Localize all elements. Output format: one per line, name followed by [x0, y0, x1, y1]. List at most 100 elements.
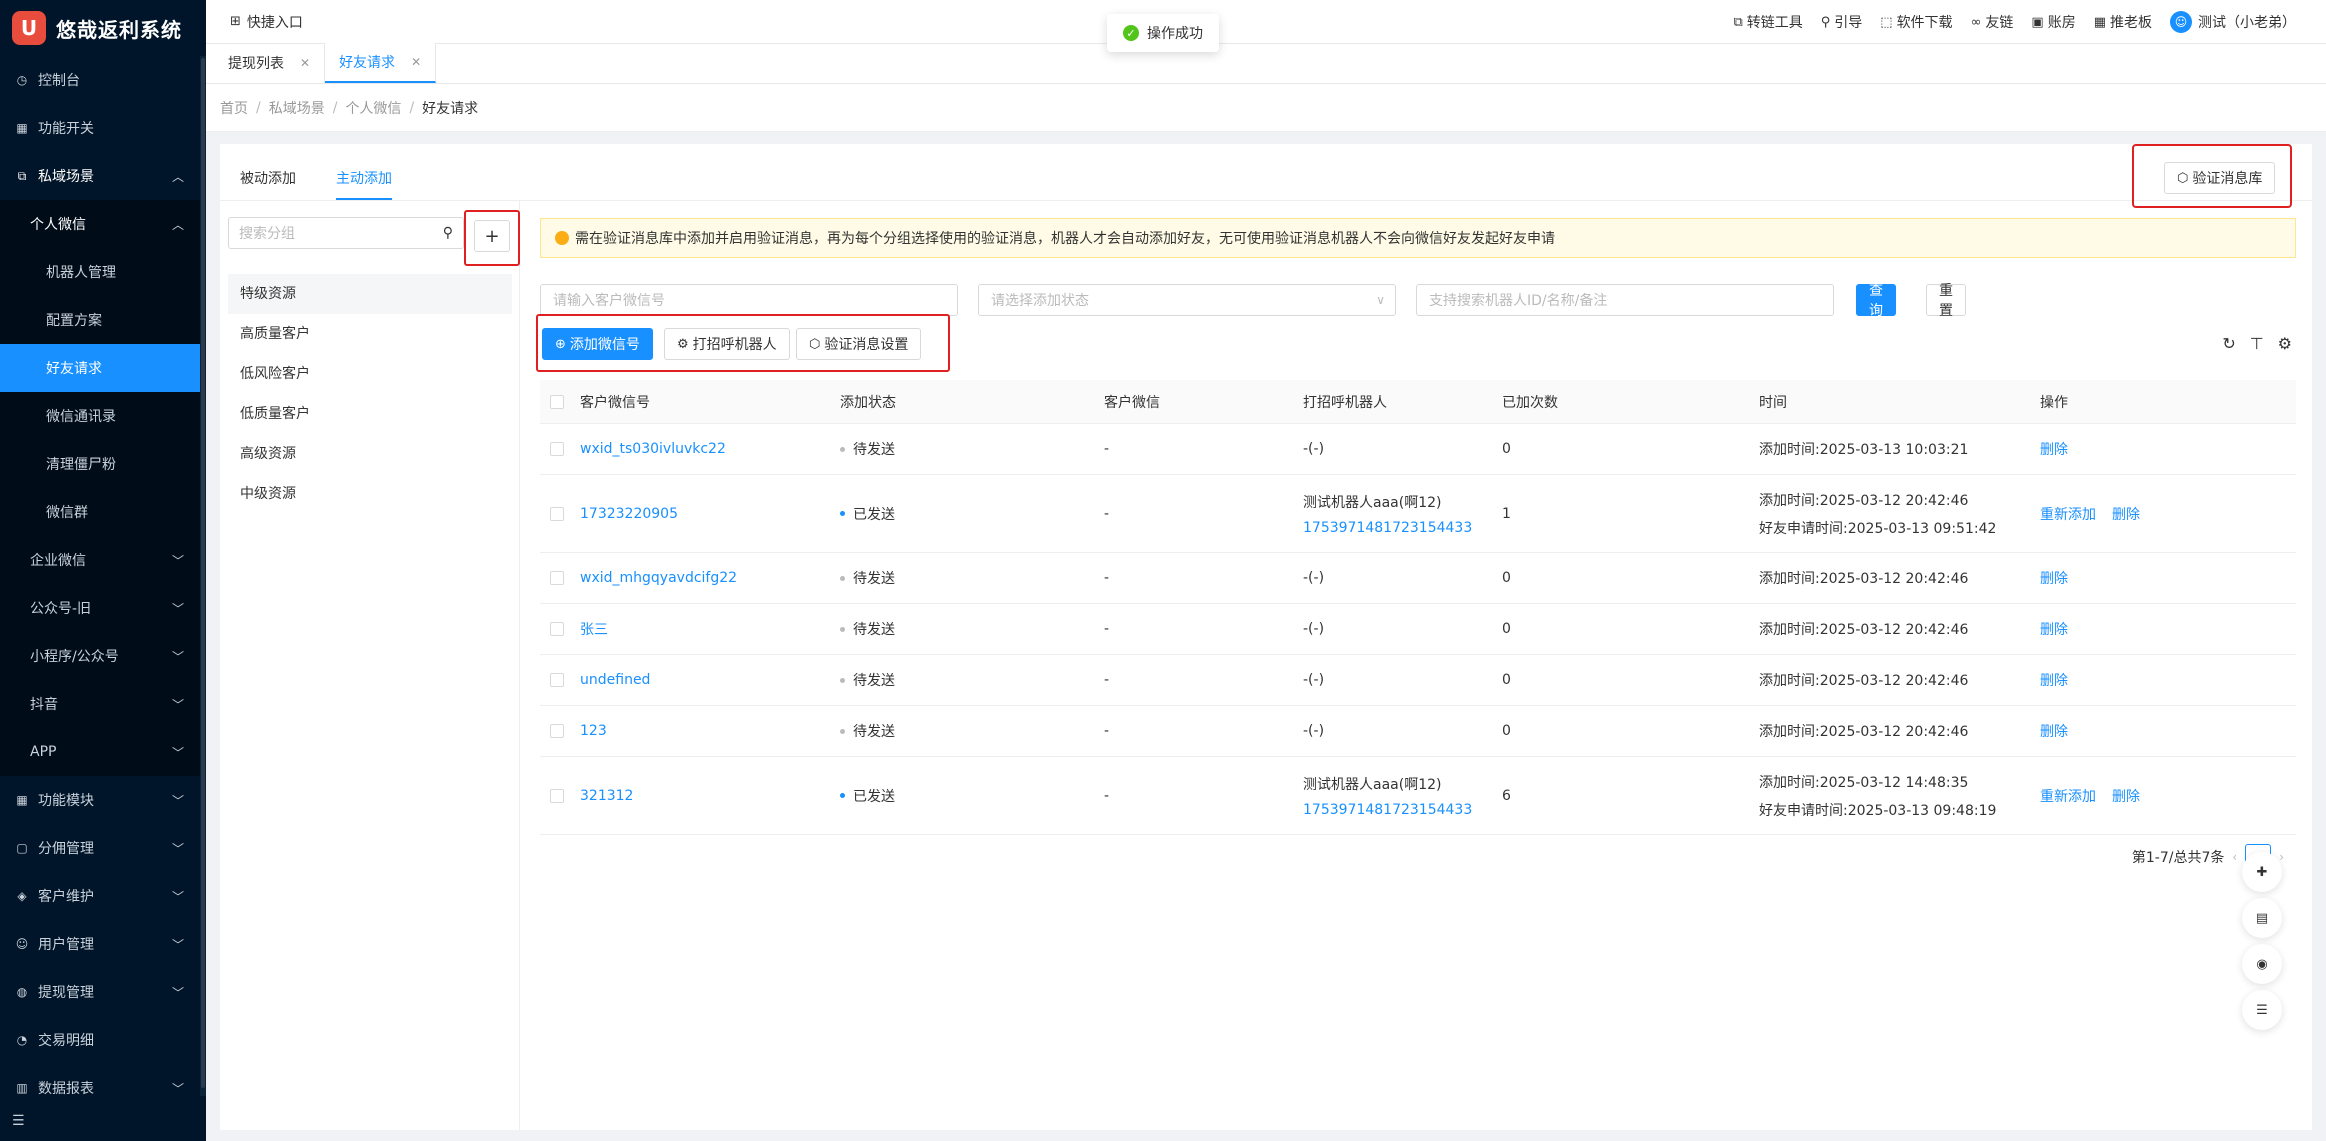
robot-id-link[interactable]: 1753971481723154433: [1303, 802, 1472, 818]
sidebar-item-20[interactable]: ◔ 交易明细: [0, 1016, 206, 1064]
sidebar-item-3[interactable]: 个人微信 ︿: [0, 200, 206, 248]
sidebar-item-0[interactable]: ◷ 控制台: [0, 56, 206, 104]
sidebar-item-11[interactable]: 公众号-旧 ﹀: [0, 584, 206, 632]
group-item[interactable]: 高级资源: [228, 434, 512, 474]
wxid-link[interactable]: 张三: [580, 619, 608, 639]
row-checkbox[interactable]: [550, 788, 564, 803]
wxid-link[interactable]: undefined: [580, 672, 650, 688]
delete-link[interactable]: 删除: [2040, 568, 2068, 588]
wxid-input[interactable]: 请输入客户微信号: [540, 284, 958, 316]
clipboard-icon[interactable]: ▤: [2242, 898, 2282, 938]
chat-icon[interactable]: ◉: [2242, 944, 2282, 984]
refresh-icon[interactable]: ↻: [2222, 334, 2235, 353]
breadcrumb-home[interactable]: 首页: [220, 98, 248, 118]
density-icon[interactable]: ⊤: [2250, 334, 2264, 353]
sidebar-item-8[interactable]: 清理僵尸粉: [0, 440, 206, 488]
wxid-link[interactable]: 123: [580, 723, 607, 739]
add-group-button[interactable]: +: [474, 220, 510, 252]
row-checkbox[interactable]: [550, 571, 564, 585]
group-search-input[interactable]: 搜索分组 ⚲: [228, 217, 464, 249]
sidebar-item-18[interactable]: ☺ 用户管理 ﹀: [0, 920, 206, 968]
re-add-link[interactable]: 重新添加: [2040, 504, 2096, 524]
delete-link[interactable]: 删除: [2040, 619, 2068, 639]
reset-button[interactable]: 重 置: [1926, 283, 1966, 319]
quick-entry[interactable]: ⊞ 快捷入口: [230, 12, 303, 32]
collapse-menu-icon[interactable]: ☰: [12, 1113, 25, 1129]
tab-withdraw-list[interactable]: 提现列表 ✕: [214, 43, 326, 83]
breadcrumb-scene[interactable]: 私域场景: [269, 98, 325, 118]
list-icon[interactable]: ☰: [2242, 990, 2282, 1030]
header-link-boss[interactable]: ▦ 推老板: [2094, 12, 2152, 32]
sidebar-item-13[interactable]: 抖音 ﹀: [0, 680, 206, 728]
group-item[interactable]: 中级资源: [228, 474, 512, 514]
search-icon[interactable]: ⚲: [443, 225, 453, 241]
sidebar-item-5[interactable]: 配置方案: [0, 296, 206, 344]
header-link-ledger[interactable]: ▣ 账房: [2031, 12, 2075, 32]
wxid-link[interactable]: wxid_mhgqyavdcifg22: [580, 570, 737, 586]
header-link-friend[interactable]: ∞ 友链: [1971, 12, 2014, 32]
close-icon[interactable]: ✕: [411, 55, 421, 69]
chevron-down-icon: ﹀: [171, 1081, 184, 1096]
group-item[interactable]: 高质量客户: [228, 314, 512, 354]
sidebar-item-label: 微信群: [46, 505, 88, 521]
verify-lib-button[interactable]: ⬡ 验证消息库: [2164, 162, 2276, 194]
breadcrumb-wechat[interactable]: 个人微信: [345, 98, 401, 118]
greet-robot-button[interactable]: ⚙ 打招呼机器人: [664, 328, 790, 360]
sidebar-item-15[interactable]: ▦ 功能模块 ﹀: [0, 776, 206, 824]
bookmark-icon[interactable]: ✚: [2242, 852, 2282, 892]
close-icon[interactable]: ✕: [300, 56, 310, 70]
status-select[interactable]: 请选择添加状态 ∨: [978, 284, 1396, 316]
customer-wechat: -: [1104, 672, 1110, 688]
sidebar-item-9[interactable]: 微信群: [0, 488, 206, 536]
sidebar-item-1[interactable]: ▦ 功能开关: [0, 104, 206, 152]
scene-icon: ⧉: [17, 168, 27, 183]
add-wxid-button[interactable]: ⊕ 添加微信号: [542, 328, 653, 360]
row-checkbox[interactable]: [550, 442, 564, 456]
sidebar-item-6[interactable]: 好友请求: [0, 344, 206, 392]
sidebar-item-4[interactable]: 机器人管理: [0, 248, 206, 296]
delete-link[interactable]: 删除: [2040, 439, 2068, 459]
user-menu[interactable]: ☺ 测试（小老弟）: [2170, 11, 2296, 33]
wxid-link[interactable]: wxid_ts030ivluvkc22: [580, 441, 726, 457]
page-tabs: 提现列表 ✕ 好友请求 ✕: [206, 43, 2326, 84]
sidebar-item-label: 清理僵尸粉: [46, 457, 116, 473]
sidebar-item-10[interactable]: 企业微信 ﹀: [0, 536, 206, 584]
settings-icon[interactable]: ⚙: [2278, 334, 2292, 353]
group-item[interactable]: 特级资源: [228, 274, 512, 314]
group-item[interactable]: 低风险客户: [228, 354, 512, 394]
delete-link[interactable]: 删除: [2040, 721, 2068, 741]
row-checkbox[interactable]: [550, 673, 564, 687]
sidebar-item-16[interactable]: ▢ 分佣管理 ﹀: [0, 824, 206, 872]
delete-link[interactable]: 删除: [2112, 504, 2140, 524]
sidebar-item-21[interactable]: ▥ 数据报表 ﹀: [0, 1064, 206, 1112]
row-checkbox[interactable]: [550, 724, 564, 738]
row-checkbox[interactable]: [550, 622, 564, 636]
sidebar-item-7[interactable]: 微信通讯录: [0, 392, 206, 440]
header-link-download[interactable]: ⬚ 软件下载: [1880, 12, 1952, 32]
sidebar-item-12[interactable]: 小程序/公众号 ﹀: [0, 632, 206, 680]
header-link-guide[interactable]: ⚲ 引导: [1821, 12, 1863, 32]
header-link-convert[interactable]: ⧉ 转链工具: [1733, 12, 1802, 32]
re-add-link[interactable]: 重新添加: [2040, 786, 2096, 806]
tab-active-add[interactable]: 主动添加: [336, 164, 392, 200]
delete-link[interactable]: 删除: [2112, 786, 2140, 806]
select-all-checkbox[interactable]: [550, 394, 564, 409]
group-item[interactable]: 低质量客户: [228, 394, 512, 434]
sidebar-scrollbar[interactable]: [200, 56, 206, 1096]
tab-passive-add[interactable]: 被动添加: [240, 164, 296, 200]
search-button[interactable]: 查 询: [1856, 283, 1896, 319]
sidebar-item-14[interactable]: APP ﹀: [0, 728, 206, 776]
robot-search-input[interactable]: 支持搜索机器人ID/名称/备注: [1416, 284, 1834, 316]
robot-id-link[interactable]: 1753971481723154433: [1303, 520, 1472, 536]
wxid-link[interactable]: 321312: [580, 788, 633, 804]
wxid-link[interactable]: 17323220905: [580, 506, 678, 522]
verify-setting-button[interactable]: ⬡ 验证消息设置: [796, 328, 922, 360]
row-checkbox[interactable]: [550, 506, 564, 521]
sidebar-item-19[interactable]: ◍ 提现管理 ﹀: [0, 968, 206, 1016]
tab-friend-request[interactable]: 好友请求 ✕: [325, 43, 437, 83]
guide-icon: ⚲: [1820, 14, 1831, 30]
prev-page-icon[interactable]: ‹: [2232, 850, 2237, 864]
sidebar-item-2[interactable]: ⧉ 私域场景 ︿: [0, 152, 206, 200]
sidebar-item-17[interactable]: ◈ 客户维护 ﹀: [0, 872, 206, 920]
delete-link[interactable]: 删除: [2040, 670, 2068, 690]
